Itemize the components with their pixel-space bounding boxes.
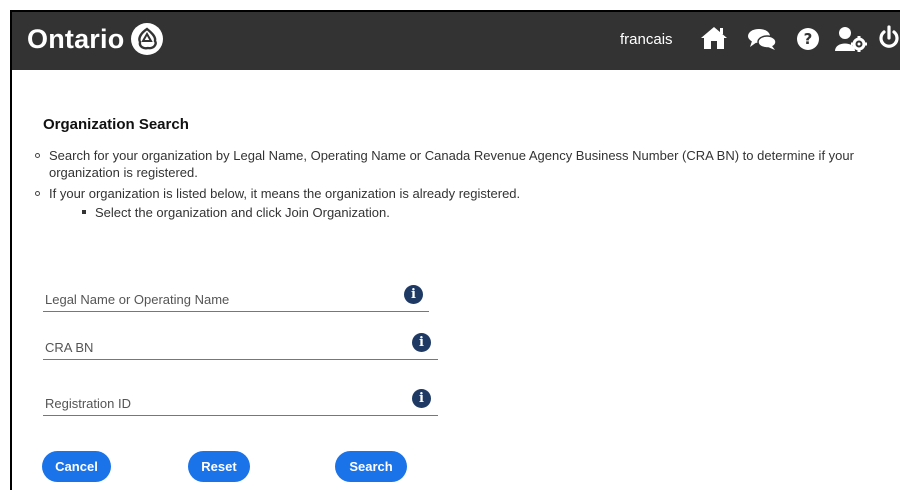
cra-bn-field: i bbox=[43, 329, 438, 360]
svg-text:?: ? bbox=[804, 30, 813, 48]
home-icon[interactable] bbox=[699, 25, 729, 51]
chat-icon[interactable] bbox=[747, 27, 777, 51]
logo-text: Ontario bbox=[27, 23, 125, 54]
sub-instruction-item: Select the organization and click Join O… bbox=[49, 204, 882, 221]
sub-instruction-list: Select the organization and click Join O… bbox=[49, 204, 882, 221]
user-settings-icon[interactable] bbox=[834, 26, 868, 52]
ontario-logo[interactable]: Ontario bbox=[27, 22, 164, 56]
legal-name-input[interactable] bbox=[43, 287, 385, 311]
cancel-button[interactable]: Cancel bbox=[42, 451, 111, 482]
power-icon[interactable] bbox=[878, 25, 900, 51]
app-frame: Ontario francais ? Organization Search S… bbox=[10, 10, 900, 490]
language-toggle-link[interactable]: francais bbox=[620, 31, 673, 48]
legal-name-field: i bbox=[43, 281, 429, 312]
instruction-item: Search for your organization by Legal Na… bbox=[32, 147, 882, 181]
cra-bn-info-icon[interactable]: i bbox=[412, 333, 431, 352]
reset-button[interactable]: Reset bbox=[188, 451, 250, 482]
registration-id-info-icon[interactable]: i bbox=[412, 389, 431, 408]
registration-id-input[interactable] bbox=[43, 391, 385, 415]
instructions-list: Search for your organization by Legal Na… bbox=[32, 147, 882, 225]
help-icon[interactable]: ? bbox=[796, 27, 820, 51]
instruction-text: If your organization is listed below, it… bbox=[49, 186, 521, 201]
instruction-text: Search for your organization by Legal Na… bbox=[49, 148, 854, 180]
legal-name-info-icon[interactable]: i bbox=[404, 285, 423, 304]
trillium-icon bbox=[130, 22, 164, 56]
top-navigation-bar: Ontario francais ? bbox=[12, 12, 900, 70]
page-title: Organization Search bbox=[43, 116, 189, 133]
search-button[interactable]: Search bbox=[335, 451, 407, 482]
cra-bn-input[interactable] bbox=[43, 335, 385, 359]
instruction-item: If your organization is listed below, it… bbox=[32, 185, 882, 221]
registration-id-field: i bbox=[43, 385, 438, 416]
